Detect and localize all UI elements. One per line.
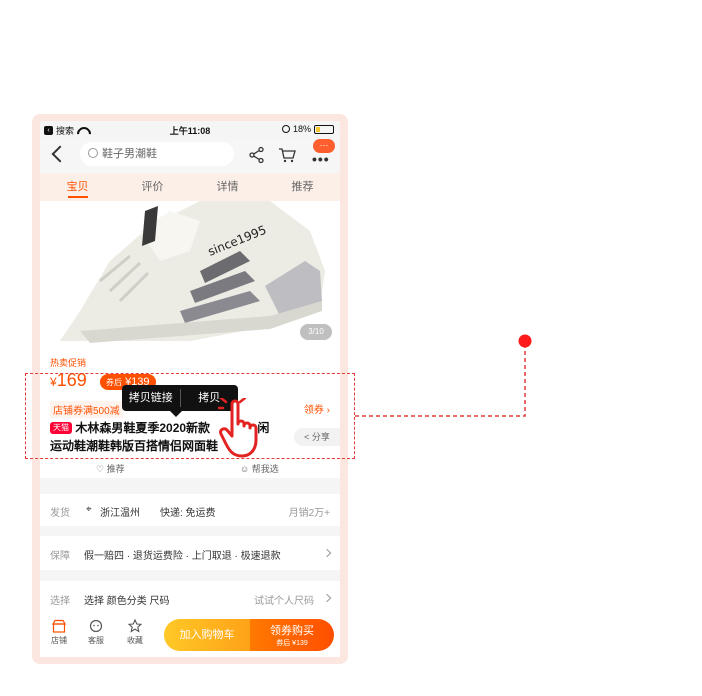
guarantee-label: 保障 <box>50 551 70 562</box>
tab-item[interactable]: 宝贝 <box>40 173 115 201</box>
tab-recommend[interactable]: 推荐 <box>265 173 340 201</box>
select-row[interactable]: 选择 选择 颜色分类 尺码 试试个人尺码 <box>40 581 340 615</box>
search-input[interactable]: 鞋子男潮鞋 <box>80 142 234 166</box>
back-arrow-icon[interactable] <box>51 145 69 163</box>
share-icon[interactable] <box>248 146 266 164</box>
add-to-cart-button[interactable]: 加入购物车 <box>164 619 250 651</box>
shipping-row[interactable]: 发货 ⌖ 浙江温州 快递: 免运费 月销2万+ <box>40 494 340 526</box>
store-icon <box>52 619 66 633</box>
annotation-connector <box>355 334 532 417</box>
monthly-sales: 月销2万+ <box>288 508 330 519</box>
status-bar: ‹ 搜索 上午11:08 18% <box>40 121 340 139</box>
title-actions: ♡ 推荐 ☺ 帮我选 <box>40 460 340 478</box>
heart-icon: ♡ <box>96 464 105 474</box>
favorite-bar-label: 收藏 <box>127 636 143 645</box>
tab-bar: 宝贝 评价 详情 推荐 <box>40 173 340 201</box>
buy-now-sub: 券后 ¥139 <box>276 640 308 647</box>
guarantee-row[interactable]: 保障 假一赔四 · 退货运费险 · 上门取退 · 极速退款 <box>40 536 340 570</box>
select-text: 选择 颜色分类 尺码 <box>84 596 170 607</box>
favorite-action[interactable]: ♡ 推荐 <box>96 462 125 475</box>
nav-bar: 鞋子男潮鞋 ··· ••• <box>40 139 340 173</box>
store-label: 店铺 <box>51 636 67 645</box>
image-counter: 3/10 <box>300 324 332 340</box>
battery-percent: 18% <box>292 124 311 134</box>
hand-pointer-icon <box>218 398 258 458</box>
copy-link-option[interactable]: 拷贝链接 <box>122 385 180 411</box>
shipping-label: 发货 <box>50 508 70 519</box>
cart-icon[interactable] <box>278 147 296 163</box>
favorite-label: 推荐 <box>106 464 125 474</box>
store-button[interactable]: 店铺 <box>44 619 74 646</box>
star-icon <box>128 619 142 633</box>
hot-promo-label: 热卖促销 <box>50 358 87 368</box>
battery-icon <box>314 124 334 134</box>
search-placeholder: 鞋子男潮鞋 <box>102 148 157 160</box>
help-select-action[interactable]: ☺ 帮我选 <box>240 462 279 475</box>
ship-from: 浙江温州 <box>100 508 140 519</box>
try-on-size[interactable]: 试试个人尺码 <box>254 592 314 607</box>
location-icon: ⌖ <box>86 504 92 515</box>
select-label: 选择 <box>50 596 70 607</box>
more-icon[interactable]: ••• <box>312 151 330 167</box>
service-icon <box>89 619 103 633</box>
tab-reviews[interactable]: 评价 <box>115 173 190 201</box>
product-image[interactable]: since1995 3/10 <box>40 201 340 346</box>
bottom-action-bar: 店铺 客服 收藏 加入购物车 领券购买 券后 ¥139 <box>40 613 340 657</box>
buy-now-label: 领券购买 <box>270 625 314 637</box>
rotation-lock-icon <box>281 125 290 133</box>
chevron-right-icon <box>322 548 332 558</box>
chevron-right-icon <box>322 593 332 603</box>
buy-now-button[interactable]: 领券购买 券后 ¥139 <box>250 619 334 651</box>
sneaker-image: since1995 <box>40 201 340 346</box>
tab-details[interactable]: 详情 <box>190 173 265 201</box>
favorite-button[interactable]: 收藏 <box>120 619 150 646</box>
service-label: 客服 <box>88 636 104 645</box>
service-button[interactable]: 客服 <box>81 619 111 646</box>
search-icon <box>88 148 98 158</box>
help-select-label: 帮我选 <box>251 464 279 474</box>
guarantee-text: 假一赔四 · 退货运费险 · 上门取退 · 极速退款 <box>84 551 281 562</box>
people-icon: ☺ <box>240 464 250 474</box>
ship-fee: 快递: 免运费 <box>160 508 216 519</box>
